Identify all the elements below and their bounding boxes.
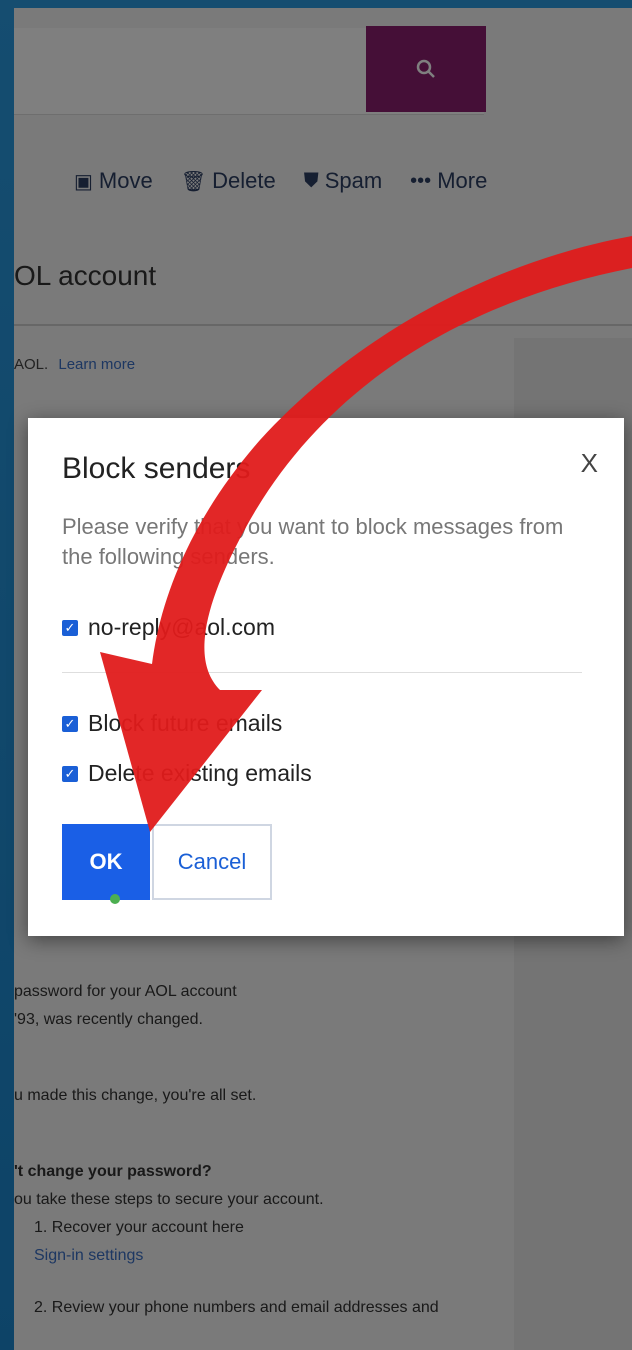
checkbox-checked-icon[interactable]: ✓	[62, 619, 78, 636]
block-future-label: Block future emails	[88, 710, 283, 736]
screen-frame: ▣ Move 🗑 Delete ⛊ Spam ••• More OL accou…	[0, 0, 632, 1350]
checkbox-checked-icon[interactable]: ✓	[62, 715, 78, 732]
close-button[interactable]: X	[581, 448, 598, 479]
dialog-title: Block senders	[62, 452, 251, 485]
cancel-button[interactable]: Cancel	[152, 824, 272, 900]
sender-email: no-reply@aol.com	[88, 614, 275, 640]
dialog-divider	[62, 672, 582, 673]
cursor-indicator	[110, 894, 120, 904]
ok-button[interactable]: OK	[62, 824, 150, 900]
sender-checkbox-row[interactable]: ✓ no-reply@aol.com	[62, 614, 275, 641]
block-senders-dialog: Block senders X Please verify that you w…	[28, 418, 624, 936]
checkbox-checked-icon[interactable]: ✓	[62, 765, 78, 782]
delete-existing-checkbox-row[interactable]: ✓ Delete existing emails	[62, 760, 312, 787]
block-future-checkbox-row[interactable]: ✓ Block future emails	[62, 710, 282, 737]
dialog-message: Please verify that you want to block mes…	[62, 514, 564, 569]
delete-existing-label: Delete existing emails	[88, 760, 312, 786]
